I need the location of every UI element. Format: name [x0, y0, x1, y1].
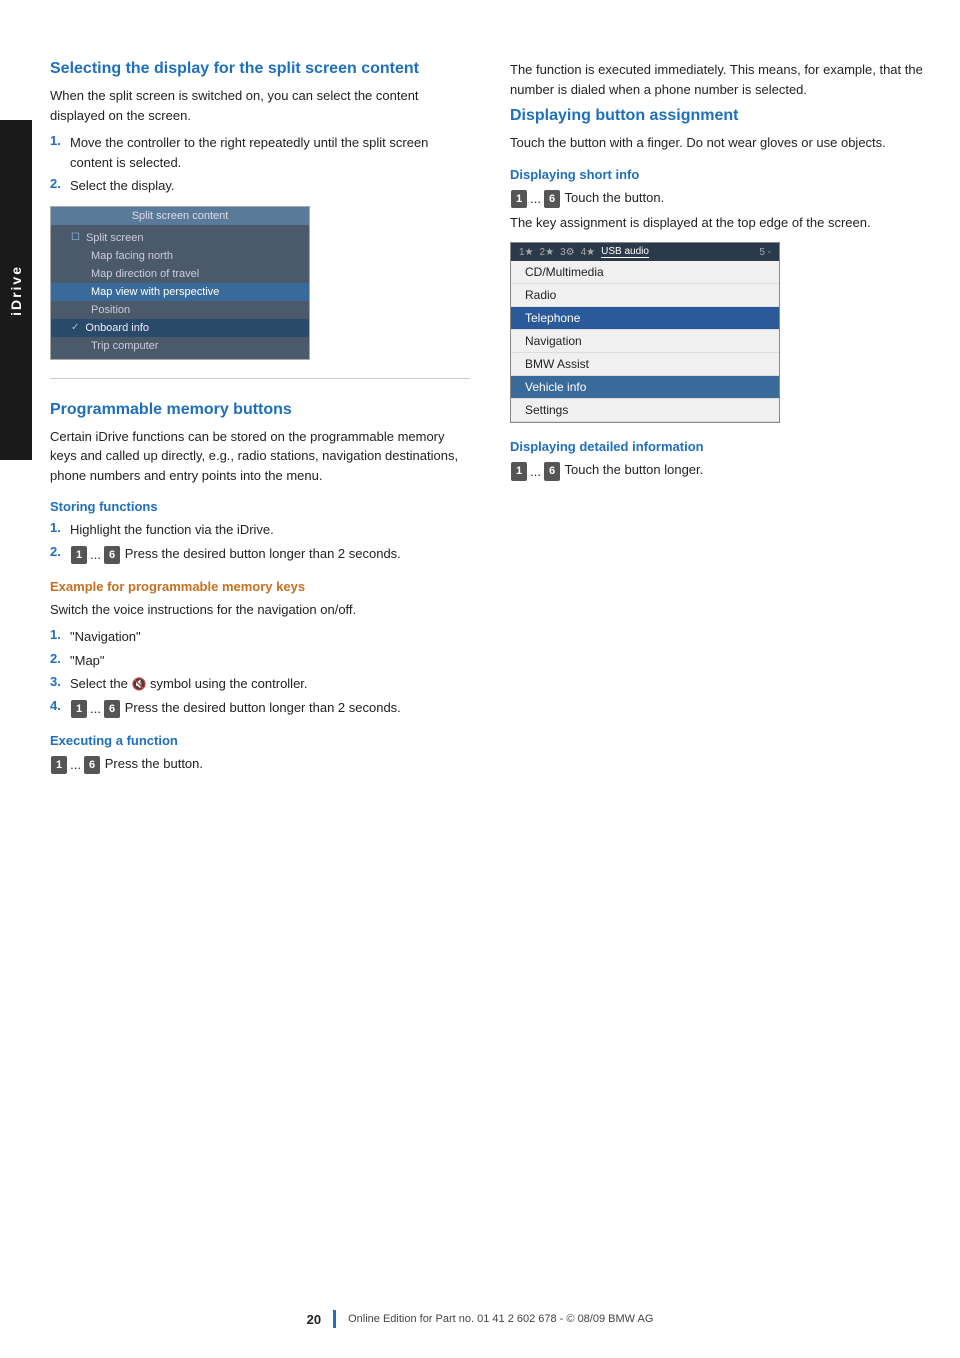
section1-heading: Selecting the display for the split scre… [50, 60, 470, 78]
split-screen-title: Split screen content [51, 207, 309, 225]
storing-step2-keys: 1 ... 6 [70, 545, 121, 565]
step1: 1. Move the controller to the right repe… [50, 133, 470, 172]
idrive-menu-list: CD/Multimedia Radio Telephone Navigation… [511, 261, 779, 422]
storing-heading: Storing functions [50, 499, 470, 514]
menu-item-trip: Trip computer [51, 337, 309, 355]
key6-short: 6 [544, 190, 560, 209]
executing-text: Press the button. [105, 756, 203, 771]
displaying-button-intro: Touch the button with a finger. Do not w… [510, 133, 930, 153]
menu-item-map-direction: Map direction of travel [51, 265, 309, 283]
example-step4-keys: 1 ... 6 [70, 699, 121, 719]
menu-telephone: Telephone [511, 307, 779, 330]
key1-badge-exec: 1 [51, 756, 67, 775]
split-screen-menu-list: ☐ Split screen Map facing north Map dire… [51, 225, 309, 359]
short-info-content: 1 ... 6 Touch the button. [510, 188, 664, 209]
menu-item-map-north: Map facing north [51, 247, 309, 265]
executing-keys: 1 ... 6 [50, 755, 101, 775]
menu-navigation: Navigation [511, 330, 779, 353]
page-container: iDrive Selecting the display for the spl… [0, 0, 960, 1358]
executing-heading: Executing a function [50, 733, 470, 748]
key6-badge-exec: 6 [84, 756, 100, 775]
executing-content: 1 ... 6 Press the button. [50, 754, 470, 775]
example-step4: 4. 1 ... 6 Press the desired button long… [50, 698, 470, 719]
key6-badge-ex: 6 [104, 700, 120, 719]
menu-item-position: Position [51, 301, 309, 319]
storing-step2-content: 1 ... 6 Press the desired button longer … [70, 544, 401, 565]
example-step2: 2. "Map" [50, 651, 470, 671]
storing-step1: 1. Highlight the function via the iDrive… [50, 520, 470, 540]
detailed-info-line: 1 ... 6 Touch the button longer. [510, 460, 930, 481]
short-info-heading: Displaying short info [510, 167, 930, 182]
step2: 2. Select the display. [50, 176, 470, 196]
example-step1-text: "Navigation" [70, 627, 141, 647]
idrive-top-bar: 1★ 2★ 3⚙ 4★ USB audio 5 - [511, 243, 779, 261]
storing-step2: 2. 1 ... 6 Press the desired button long… [50, 544, 470, 565]
speaker-symbol: 🔇 [131, 677, 146, 691]
section2-heading: Programmable memory buttons [50, 401, 470, 419]
storing-step1-text: Highlight the function via the iDrive. [70, 520, 274, 540]
example-intro: Switch the voice instructions for the na… [50, 600, 470, 620]
short-info-suffix: The key assignment is displayed at the t… [510, 213, 930, 233]
side-tab-label: iDrive [8, 265, 24, 316]
example-step2-text: "Map" [70, 651, 105, 671]
split-screen-menu-image: Split screen content ☐ Split screen Map … [50, 206, 310, 360]
menu-settings: Settings [511, 399, 779, 422]
idrive-tabs: 1★ 2★ 3⚙ 4★ USB audio [519, 246, 649, 258]
page-footer: 20 Online Edition for Part no. 01 41 2 6… [0, 1310, 960, 1328]
menu-vehicle-info: Vehicle info [511, 376, 779, 399]
detailed-info-content: 1 ... 6 Touch the button longer. [510, 460, 703, 481]
menu-item-map-perspective: Map view with perspective [51, 283, 309, 301]
side-tab: iDrive [0, 120, 32, 460]
menu-cd: CD/Multimedia [511, 261, 779, 284]
menu-item-split-screen: ☐ Split screen [51, 229, 309, 247]
section-programmable: Programmable memory buttons Certain iDri… [50, 401, 470, 775]
page-number: 20 [307, 1312, 321, 1327]
right-intro: The function is executed immediately. Th… [510, 60, 930, 99]
menu-item-onboard: ✓ Onboard info [51, 319, 309, 337]
example-step3: 3. Select the 🔇 symbol using the control… [50, 674, 470, 694]
short-info-keys-line: 1 ... 6 Touch the button. [510, 188, 930, 209]
key1-detail: 1 [511, 462, 527, 481]
example-step1: 1. "Navigation" [50, 627, 470, 647]
step2-text: Select the display. [70, 176, 175, 196]
section-selecting-display: Selecting the display for the split scre… [50, 60, 470, 360]
left-column: Selecting the display for the split scre… [50, 60, 470, 785]
content-area: Selecting the display for the split scre… [50, 60, 930, 785]
footer-text: Online Edition for Part no. 01 41 2 602 … [348, 1313, 653, 1325]
key1-badge-ex: 1 [71, 700, 87, 719]
example-step4-content: 1 ... 6 Press the desired button longer … [70, 698, 401, 719]
key1-short: 1 [511, 190, 527, 209]
menu-bmw-assist: BMW Assist [511, 353, 779, 376]
right-column: The function is executed immediately. Th… [510, 60, 930, 785]
step1-text: Move the controller to the right repeate… [70, 133, 470, 172]
executing-keys-text: 1 ... 6 Press the button. [50, 754, 203, 775]
key6-badge: 6 [104, 546, 120, 565]
short-info-text: Touch the button. [564, 190, 664, 205]
footer-divider [333, 1310, 336, 1328]
detailed-info-heading: Displaying detailed information [510, 439, 930, 454]
key1-badge: 1 [71, 546, 87, 565]
detailed-info-text: Touch the button longer. [564, 462, 703, 477]
menu-radio: Radio [511, 284, 779, 307]
section-separator [50, 378, 470, 379]
displaying-button-heading: Displaying button assignment [510, 107, 930, 125]
section2-intro: Certain iDrive functions can be stored o… [50, 427, 470, 486]
detailed-info-keys: 1 ... 6 [510, 462, 561, 482]
idrive-menu-image: 1★ 2★ 3⚙ 4★ USB audio 5 - CD/Multimedia … [510, 242, 780, 423]
short-info-keys: 1 ... 6 [510, 189, 561, 209]
example-step3-content: Select the 🔇 symbol using the controller… [70, 674, 308, 694]
example-heading: Example for programmable memory keys [50, 579, 470, 594]
section1-intro: When the split screen is switched on, yo… [50, 86, 470, 125]
key6-detail: 6 [544, 462, 560, 481]
